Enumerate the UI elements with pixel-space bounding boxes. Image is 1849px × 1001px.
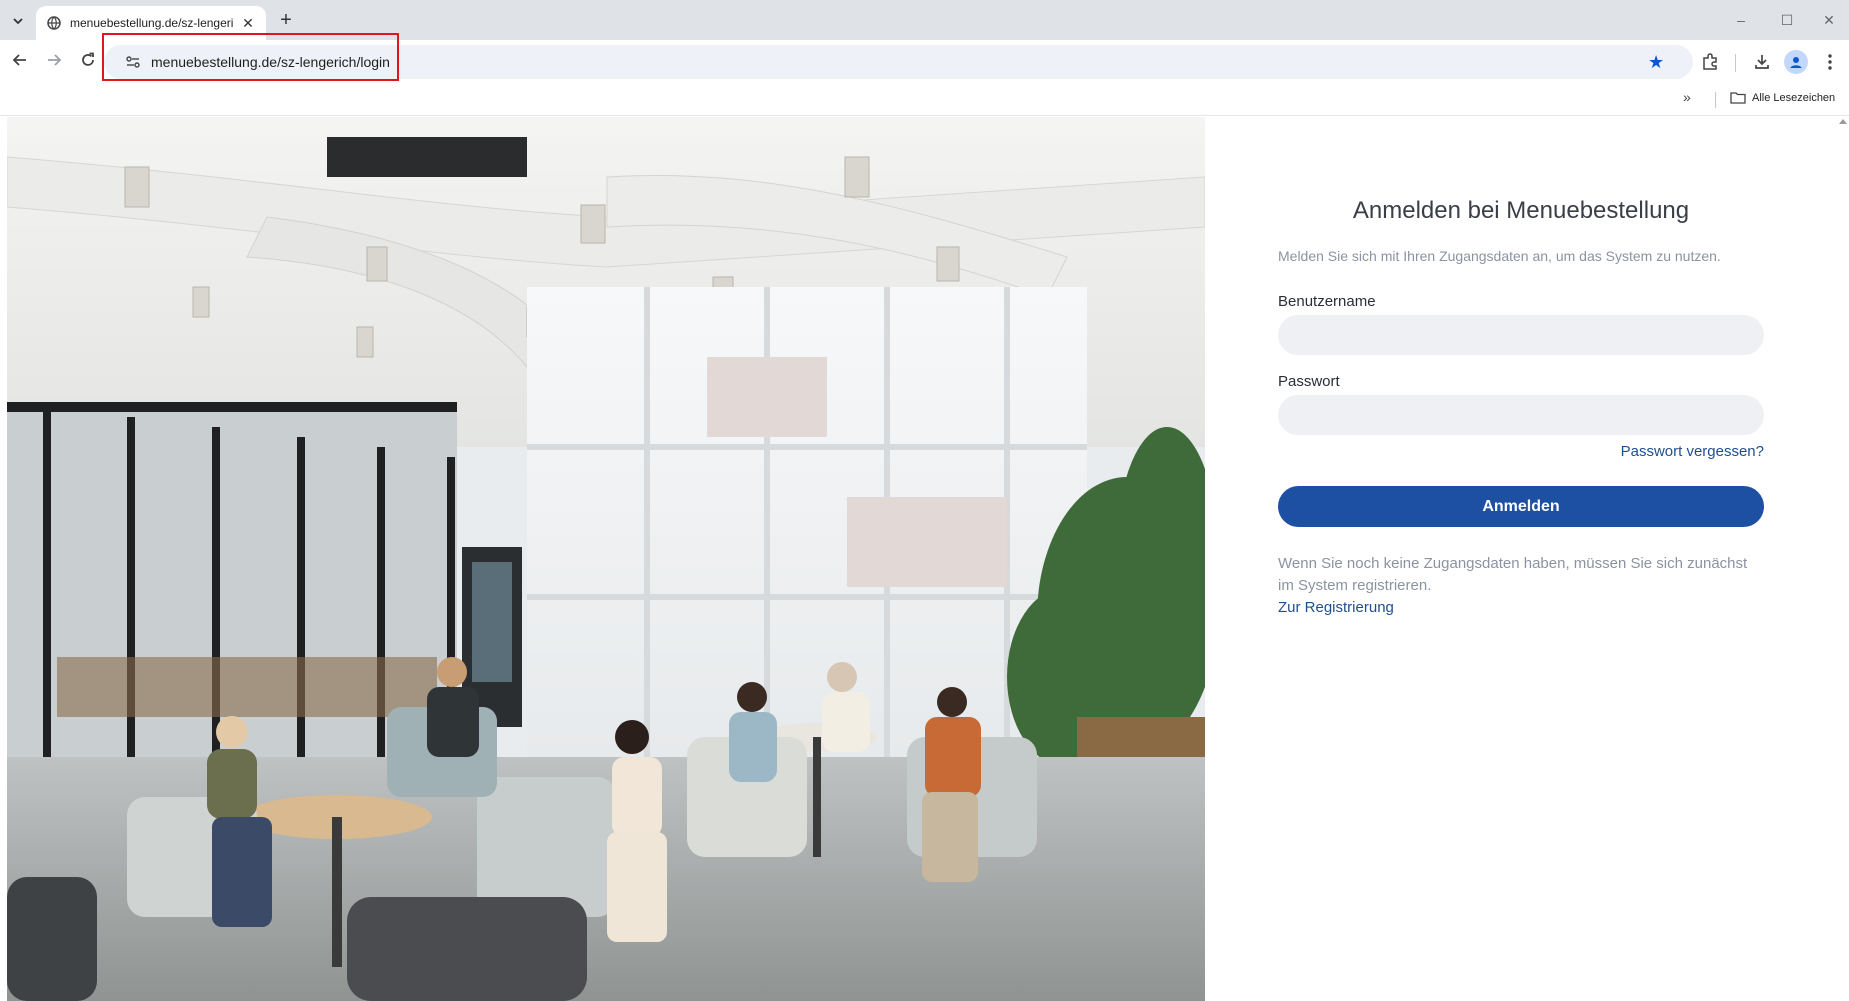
- username-input[interactable]: [1278, 315, 1764, 355]
- puzzle-icon[interactable]: [1698, 50, 1722, 74]
- address-bar[interactable]: menuebestellung.de/sz-lengerich/login: [104, 45, 1693, 79]
- login-form: Anmelden bei Menuebestellung Melden Sie …: [1278, 197, 1764, 619]
- url-text[interactable]: menuebestellung.de/sz-lengerich/login: [151, 54, 390, 70]
- reload-icon: [82, 52, 94, 66]
- page-scrollbar[interactable]: [1836, 117, 1849, 1001]
- arrow-right-icon: [48, 54, 62, 66]
- bookmarks-overflow-button[interactable]: »: [1683, 89, 1691, 105]
- register-hint: Wenn Sie noch keine Zugangsdaten haben, …: [1278, 555, 1748, 594]
- login-subtitle: Melden Sie sich mit Ihren Zugangsdaten a…: [1278, 248, 1721, 264]
- forward-button[interactable]: [42, 50, 66, 74]
- star-icon[interactable]: ★: [1648, 50, 1664, 74]
- arrow-left-icon: [12, 54, 26, 66]
- new-tab-button[interactable]: +: [274, 9, 298, 33]
- browser-tab[interactable]: menuebestellung.de/sz-lengeri ✕: [36, 6, 266, 40]
- window-close-button[interactable]: ✕: [1809, 8, 1849, 32]
- close-icon[interactable]: ✕: [240, 15, 256, 32]
- page-content: Anmelden bei Menuebestellung Melden Sie …: [7, 117, 1837, 1001]
- login-title: Anmelden bei Menuebestellung: [1352, 197, 1690, 224]
- browser-tab-strip: menuebestellung.de/sz-lengeri ✕ + – ☐ ✕: [0, 0, 1849, 40]
- reload-button[interactable]: [76, 50, 100, 74]
- login-button[interactable]: Anmelden: [1278, 486, 1764, 527]
- kebab-icon[interactable]: [1818, 50, 1842, 74]
- scroll-up-icon[interactable]: [1839, 119, 1847, 124]
- tab-title: menuebestellung.de/sz-lengeri: [70, 16, 234, 30]
- password-input[interactable]: [1278, 395, 1764, 435]
- browser-toolbar: menuebestellung.de/sz-lengerich/login ★: [0, 40, 1849, 84]
- bookmarks-separator: [1715, 92, 1716, 108]
- back-button[interactable]: [8, 50, 32, 74]
- download-icon[interactable]: [1750, 50, 1774, 74]
- password-label: Passwort: [1278, 373, 1340, 390]
- maximize-button[interactable]: ☐: [1767, 8, 1807, 32]
- person-icon[interactable]: [1784, 50, 1808, 74]
- toolbar-separator: [1735, 54, 1736, 72]
- folder-icon: [1730, 92, 1746, 104]
- forgot-password-link[interactable]: Passwort vergessen?: [1278, 443, 1764, 460]
- register-link[interactable]: Zur Registrierung: [1278, 597, 1764, 619]
- office-hero-image: [7, 117, 1205, 1001]
- username-label: Benutzername: [1278, 293, 1376, 310]
- all-bookmarks-button[interactable]: Alle Lesezeichen: [1730, 91, 1835, 104]
- bookmarks-bar: » Alle Lesezeichen: [0, 84, 1849, 116]
- all-bookmarks-label: Alle Lesezeichen: [1752, 91, 1836, 104]
- tune-icon[interactable]: [124, 53, 142, 71]
- globe-icon: [46, 15, 62, 31]
- chevron-down-icon[interactable]: [8, 11, 28, 31]
- minimize-button[interactable]: –: [1721, 8, 1761, 32]
